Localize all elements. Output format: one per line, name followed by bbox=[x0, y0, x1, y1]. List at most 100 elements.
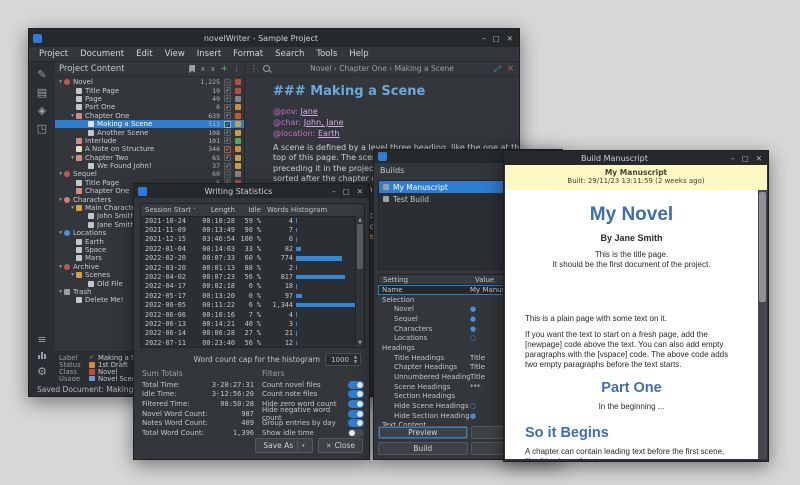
tree-item[interactable]: ▾ Chapter One 639 ✓ bbox=[55, 112, 244, 120]
build-action-button[interactable]: Preview bbox=[378, 426, 468, 439]
word-cap-value[interactable]: 1000 bbox=[326, 356, 351, 364]
tree-item[interactable]: Making a Scene 513 ✓ bbox=[55, 120, 244, 128]
expand-arrow-icon[interactable]: ▾ bbox=[57, 79, 64, 85]
tree-item[interactable]: Page 49 ✓ bbox=[55, 95, 244, 103]
tag-value[interactable]: Earth bbox=[318, 129, 339, 138]
active-checkbox[interactable]: ✓ bbox=[224, 137, 231, 144]
project-details-icon[interactable]: ▤ bbox=[29, 84, 55, 101]
filter-toggle[interactable] bbox=[348, 390, 364, 398]
filter-toggle[interactable] bbox=[348, 410, 364, 418]
session-row[interactable]: 2022-02-20 00:07:33 60 % 774 bbox=[141, 254, 356, 263]
build-export-icon[interactable]: ◳ bbox=[29, 120, 55, 137]
active-checkbox[interactable]: ✓ bbox=[224, 121, 231, 128]
maximize-icon[interactable]: ▢ bbox=[343, 187, 350, 196]
close-icon[interactable]: ✕ bbox=[357, 187, 363, 196]
expand-arrow-icon[interactable]: ▾ bbox=[57, 264, 64, 270]
tree-item[interactable]: Part One 6 ✓ bbox=[55, 103, 244, 111]
menu-item[interactable]: Project bbox=[33, 49, 74, 59]
tree-item[interactable]: ▾ Novel 1,225 – bbox=[55, 78, 244, 86]
scrollbar-thumb[interactable] bbox=[759, 192, 766, 302]
menu-item[interactable]: Format bbox=[227, 49, 269, 59]
tree-item[interactable]: ▾ Sequel 60 – bbox=[55, 170, 244, 178]
tree-item[interactable]: A Note on Structure 346 ✓ bbox=[55, 145, 244, 153]
scrollbar-thumb[interactable] bbox=[357, 224, 363, 269]
expand-arrow-icon[interactable]: ▾ bbox=[69, 113, 76, 119]
session-row[interactable]: 2022-01-04 00:14:03 33 % 82 bbox=[141, 244, 356, 253]
menu-item[interactable]: Search bbox=[269, 49, 310, 59]
active-checkbox[interactable]: ✓ bbox=[224, 95, 231, 102]
active-checkbox[interactable]: ✓ bbox=[224, 154, 231, 161]
tree-menu-icon[interactable]: ⋮ bbox=[233, 65, 240, 73]
add-item-icon[interactable]: + bbox=[220, 64, 228, 74]
tag-value[interactable]: John, Jane bbox=[304, 118, 344, 127]
tree-item[interactable]: We Found John! 37 ✓ bbox=[55, 162, 244, 170]
close-icon[interactable]: ✕ bbox=[507, 34, 513, 43]
main-titlebar[interactable]: novelWriter - Sample Project – ▢ ✕ bbox=[29, 29, 519, 47]
stats-titlebar[interactable]: Writing Statistics – ▢ ✕ bbox=[134, 184, 369, 198]
expand-arrow-icon[interactable]: ▾ bbox=[69, 272, 76, 278]
maximize-editor-icon[interactable]: ⤢ bbox=[494, 64, 501, 74]
expand-arrow-icon[interactable]: ▾ bbox=[57, 289, 64, 295]
session-row[interactable]: 2022-07-11 00:23:40 56 % 12 bbox=[141, 338, 356, 347]
session-row[interactable]: 2021-10-24 00:10:28 59 % 4 bbox=[141, 216, 356, 225]
session-row[interactable]: 2022-06-06 00:10:16 7 % 4 bbox=[141, 310, 356, 319]
filter-toggle[interactable] bbox=[348, 419, 364, 427]
bookmark-icon[interactable] bbox=[189, 65, 195, 73]
close-document-icon[interactable]: ✕ bbox=[507, 64, 514, 74]
maximize-icon[interactable]: ▢ bbox=[493, 34, 500, 43]
expand-arrow-icon[interactable]: ▾ bbox=[57, 230, 64, 236]
active-checkbox[interactable]: ✓ bbox=[224, 129, 231, 136]
settings-gear-icon[interactable]: ⚙ bbox=[29, 363, 55, 380]
active-checkbox[interactable]: ✓ bbox=[224, 104, 231, 111]
move-up-icon[interactable]: ∧ bbox=[200, 65, 205, 73]
active-checkbox[interactable]: ✓ bbox=[224, 112, 231, 119]
tag-value[interactable]: Jane bbox=[301, 107, 318, 116]
save-as-button[interactable]: Save As▾ bbox=[255, 438, 312, 453]
session-row[interactable]: 2022-05-17 00:13:20 0 % 97 bbox=[141, 291, 356, 300]
expand-arrow-icon[interactable]: ▾ bbox=[57, 197, 64, 203]
tree-item[interactable]: Another Scene 108 ✓ bbox=[55, 128, 244, 136]
menu-item[interactable]: Insert bbox=[191, 49, 227, 59]
preview-scrollbar[interactable] bbox=[758, 190, 767, 459]
menu-item[interactable]: Document bbox=[74, 49, 130, 59]
session-row[interactable]: 2022-03-20 00:01:13 88 % 2 bbox=[141, 263, 356, 272]
filter-toggle[interactable] bbox=[348, 400, 364, 408]
close-button[interactable]: ✕Close bbox=[318, 438, 363, 453]
manuscript-page[interactable]: My Novel By Jane Smith This is the title… bbox=[505, 190, 758, 459]
session-row[interactable]: 2022-04-17 00:02:18 0 % 18 bbox=[141, 282, 356, 291]
session-row[interactable]: 2022-06-13 00:14:21 40 % 3 bbox=[141, 319, 356, 328]
tree-item[interactable]: Interlude 101 ✓ bbox=[55, 137, 244, 145]
session-row[interactable]: 2022-04-02 00:07:23 56 % 817 bbox=[141, 272, 356, 281]
tree-item[interactable]: ▾ Chapter Two 65 ✓ bbox=[55, 154, 244, 162]
expand-arrow-icon[interactable]: ▾ bbox=[69, 155, 76, 161]
expand-arrow-icon[interactable]: ▾ bbox=[69, 205, 76, 211]
close-icon[interactable]: ✕ bbox=[756, 154, 762, 163]
session-row[interactable]: 2021-11-09 00:13:49 90 % 7 bbox=[141, 225, 356, 234]
active-checkbox[interactable]: – bbox=[224, 171, 231, 178]
preview-titlebar[interactable]: Build Manuscript – ▢ ✕ bbox=[504, 151, 768, 165]
filter-toggle[interactable] bbox=[348, 429, 364, 437]
active-checkbox[interactable]: ✓ bbox=[224, 163, 231, 170]
menu-item[interactable]: Edit bbox=[130, 49, 158, 59]
minimize-icon[interactable]: – bbox=[332, 187, 336, 196]
minimize-icon[interactable]: – bbox=[482, 34, 486, 43]
tree-item[interactable]: Title Page 19 ✓ bbox=[55, 86, 244, 94]
sessions-table[interactable]: Session Start ˄ Length Idle Words Histog… bbox=[140, 203, 365, 348]
novel-view-icon[interactable]: ◈ bbox=[29, 102, 55, 119]
session-row[interactable]: 2022-06-14 00:06:28 27 % 21 bbox=[141, 329, 356, 338]
minimize-icon[interactable]: – bbox=[731, 154, 735, 163]
active-checkbox[interactable]: ✓ bbox=[224, 87, 231, 94]
word-cap-spinner[interactable]: 1000 ▲▼ bbox=[325, 353, 361, 366]
search-icon[interactable] bbox=[263, 65, 270, 72]
maximize-icon[interactable]: ▢ bbox=[742, 154, 749, 163]
menu-item[interactable]: Tools bbox=[310, 49, 343, 59]
build-action-button[interactable]: Build bbox=[378, 442, 468, 455]
menu-item[interactable]: View bbox=[159, 49, 191, 59]
session-row[interactable]: 2021-12-15 03:46:54 100 % 6 bbox=[141, 235, 356, 244]
table-scrollbar[interactable]: ▲ ▼ bbox=[355, 216, 364, 347]
writing-stats-icon[interactable] bbox=[29, 346, 55, 363]
session-row[interactable]: 2022-06-05 00:11:22 6 % 1,344 bbox=[141, 301, 356, 310]
edit-document-icon[interactable]: ✎ bbox=[29, 66, 55, 83]
doc-menu-icon[interactable]: ⋮ bbox=[250, 64, 258, 73]
menu-item[interactable]: Help bbox=[343, 49, 374, 59]
